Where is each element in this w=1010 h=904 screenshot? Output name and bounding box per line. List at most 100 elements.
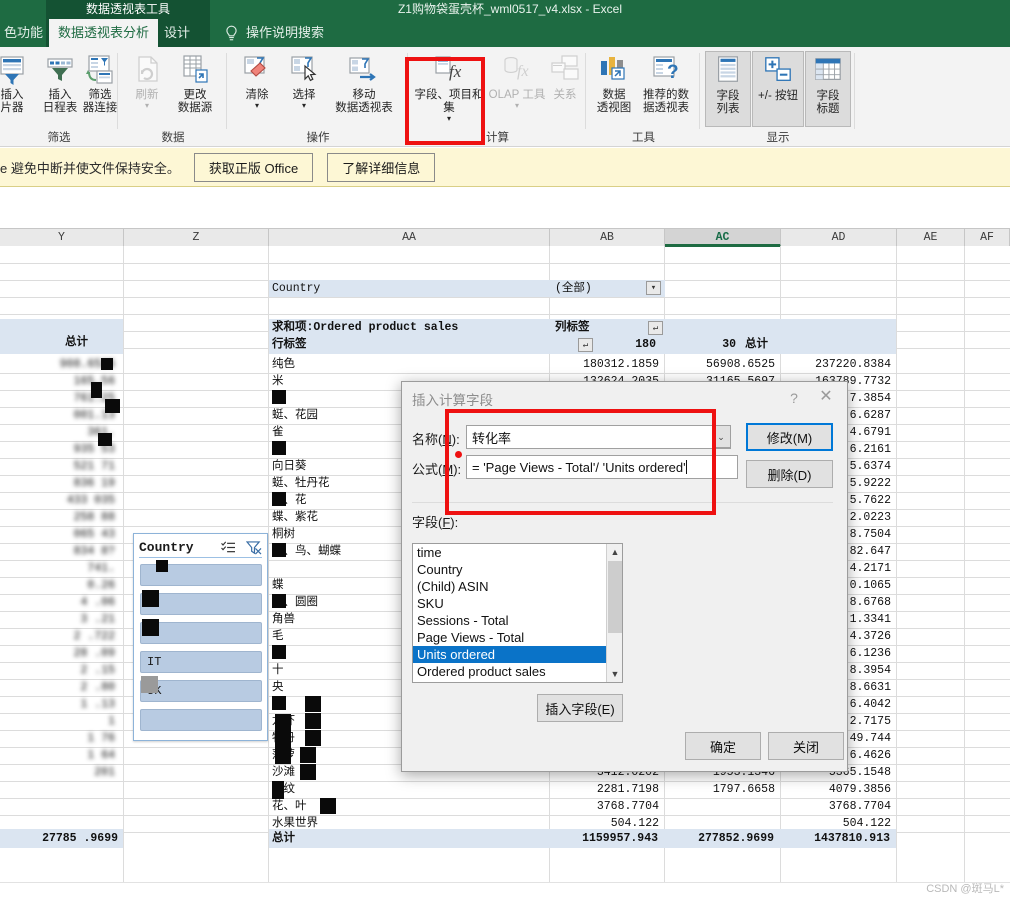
- ribbon-button-recommended-pivottables[interactable]: ? 推荐的数 据透视表: [635, 51, 697, 115]
- annotation-dot: [455, 451, 462, 458]
- formula-input[interactable]: = 'Page Views - Total'/ 'Units ordered': [466, 455, 738, 479]
- scroll-up-arrow[interactable]: ▲: [607, 544, 622, 560]
- ribbon-group-separator: [226, 53, 227, 129]
- field-list-item[interactable]: SKU: [413, 595, 622, 612]
- tab-page-layout[interactable]: 色功能: [0, 19, 46, 47]
- redaction-block: [272, 492, 286, 506]
- field-name-dropdown-arrow[interactable]: ⌄: [712, 425, 731, 448]
- obscured-cell: 1: [108, 715, 115, 728]
- move-pivottable-icon: [348, 54, 380, 86]
- ribbon-button-select[interactable]: 选择 ▾: [281, 51, 327, 110]
- tell-me-search[interactable]: 操作说明搜索: [212, 19, 324, 47]
- field-list-item[interactable]: Ordered product sales: [413, 663, 622, 680]
- redaction-block: [275, 714, 291, 764]
- pivot-cell-30: 56908.6525: [705, 358, 775, 371]
- multiselect-icon[interactable]: [221, 541, 236, 554]
- tab-pivottable-analyze[interactable]: 数据透视表分析: [49, 19, 159, 47]
- field-list-item[interactable]: (Child) ASIN: [413, 578, 622, 595]
- scrollbar-thumb[interactable]: [608, 561, 622, 633]
- tab-design[interactable]: 设计: [155, 19, 199, 47]
- fields-label: 字段(F):: [412, 515, 459, 530]
- report-filter-dropdown-button[interactable]: ▾: [646, 281, 661, 295]
- horizontal-scroll-area[interactable]: [0, 882, 1010, 904]
- field-list-item[interactable]: time: [413, 544, 622, 561]
- field-list-item[interactable]: Sessions - Total: [413, 612, 622, 629]
- redaction-block: [305, 713, 321, 729]
- slicer-item[interactable]: [140, 709, 262, 731]
- obscured-cell: 836 19: [73, 477, 115, 490]
- chevron-down-icon[interactable]: ▾: [255, 102, 259, 110]
- get-genuine-office-button[interactable]: 获取正版 Office: [193, 152, 314, 182]
- ribbon-button-fields-items-sets[interactable]: fx 字段、项目和 集 ▾: [413, 51, 485, 123]
- close-button[interactable]: 关闭: [768, 732, 844, 760]
- delete-button[interactable]: 删除(D): [746, 460, 833, 488]
- column-header-AC[interactable]: AC: [665, 229, 781, 247]
- insert-field-button[interactable]: 插入字段(E): [537, 694, 623, 722]
- field-list-item[interactable]: Units ordered: [413, 646, 622, 663]
- field-list-icon: [712, 55, 744, 87]
- ribbon-toggle-plus-minus-buttons[interactable]: +/- 按钮: [752, 51, 804, 127]
- infobar-message: e 避免中断并使文件保持安全。: [0, 160, 180, 176]
- scroll-down-arrow[interactable]: ▼: [607, 666, 622, 682]
- ribbon-group-actions: 清除 ▾ 选择 ▾ 移动 数据透视表 操作: [228, 47, 408, 147]
- ribbon-group-label: 计算: [486, 132, 509, 144]
- redaction-block: [142, 619, 159, 636]
- pivot-cell-30: 1797.6658: [712, 783, 775, 796]
- ribbon-button-relationships[interactable]: 关系: [545, 51, 585, 102]
- close-icon[interactable]: ✕: [813, 386, 839, 408]
- ribbon-toggle-field-headers[interactable]: 字段 标题: [805, 51, 851, 127]
- csdn-watermark: CSDN @斑马L*: [926, 883, 1004, 895]
- ribbon-button-insert-slicer[interactable]: 插入 片器: [0, 51, 36, 115]
- ribbon-group-tools: 数据 透视图 ? 推荐的数 据透视表 工具: [587, 47, 700, 147]
- obscured-cell: 2 .15: [80, 664, 115, 677]
- pivot-cell-total: 3768.7704: [828, 800, 891, 813]
- ok-button[interactable]: 确定: [685, 732, 761, 760]
- modify-button[interactable]: 修改(M): [746, 423, 833, 451]
- column-header-AB[interactable]: AB: [550, 229, 665, 246]
- ribbon-button-label: 字段 标题: [816, 90, 840, 115]
- ribbon-button-label: 数据 透视图: [596, 89, 632, 114]
- slicer-item[interactable]: IT: [140, 651, 262, 673]
- ribbon-group-separator: [117, 53, 118, 129]
- chevron-down-icon[interactable]: ▾: [447, 115, 451, 123]
- fields-listbox[interactable]: time Country (Child) ASIN SKU Sessions - Tot…: [412, 543, 623, 683]
- ribbon-button-label: 字段 列表: [716, 90, 740, 115]
- obscured-cell: 2 .722: [73, 630, 115, 643]
- slicer-item[interactable]: UK: [140, 680, 262, 702]
- ribbon-button-olap-tools[interactable]: fx OLAP 工具 ▾: [487, 51, 547, 110]
- chevron-down-icon[interactable]: ▾: [515, 102, 519, 110]
- pivotchart-icon: [598, 54, 630, 86]
- ribbon-button-move-pivottable[interactable]: 移动 数据透视表: [328, 51, 400, 115]
- redaction-block: [272, 696, 286, 710]
- field-list-item[interactable]: Page Views - Total: [413, 629, 622, 646]
- country-slicer[interactable]: Country IT UK: [133, 533, 268, 741]
- insert-timeline-icon: [44, 54, 76, 86]
- field-list-item[interactable]: Country: [413, 561, 622, 578]
- insert-calculated-field-dialog[interactable]: 插入计算字段 ? ✕ 名称(N): 转化率 ⌄ 公式(M): = 'Page V…: [401, 381, 848, 772]
- help-icon[interactable]: ?: [783, 388, 805, 408]
- column-header-AD[interactable]: AD: [781, 229, 897, 246]
- column-header-AE[interactable]: AE: [897, 229, 965, 246]
- column-header-AF[interactable]: AF: [965, 229, 1010, 246]
- clear-filter-icon[interactable]: [246, 540, 262, 555]
- field-name-input[interactable]: 转化率: [466, 425, 731, 449]
- ribbon-button-refresh[interactable]: 刷新 ▾: [125, 51, 169, 110]
- ribbon-button-pivotchart[interactable]: 数据 透视图: [591, 51, 637, 115]
- fields-listbox-scrollbar[interactable]: ▲ ▼: [606, 544, 622, 682]
- pivot-cell-180: 3768.7704: [596, 800, 659, 813]
- learn-more-button[interactable]: 了解详细信息: [327, 152, 436, 182]
- column-header-Y[interactable]: Y: [0, 229, 124, 246]
- redaction-block: [272, 441, 286, 455]
- ribbon-toggle-field-list[interactable]: 字段 列表: [705, 51, 751, 127]
- ribbon-button-change-data-source[interactable]: 更改 数据源: [167, 51, 223, 115]
- column-header-Z[interactable]: Z: [124, 229, 269, 246]
- column-header-AA[interactable]: AA: [269, 229, 550, 246]
- ribbon-button-label: 字段、项目和 集: [414, 89, 484, 114]
- ribbon-button-clear[interactable]: 清除 ▾: [234, 51, 280, 110]
- redaction-block: [305, 730, 321, 746]
- chevron-down-icon[interactable]: ▾: [145, 102, 149, 110]
- column-labels-filter-button[interactable]: ↵: [648, 321, 663, 335]
- grand-total-180: 1159957.943: [582, 832, 658, 845]
- redaction-block: [156, 560, 168, 572]
- chevron-down-icon[interactable]: ▾: [302, 102, 306, 110]
